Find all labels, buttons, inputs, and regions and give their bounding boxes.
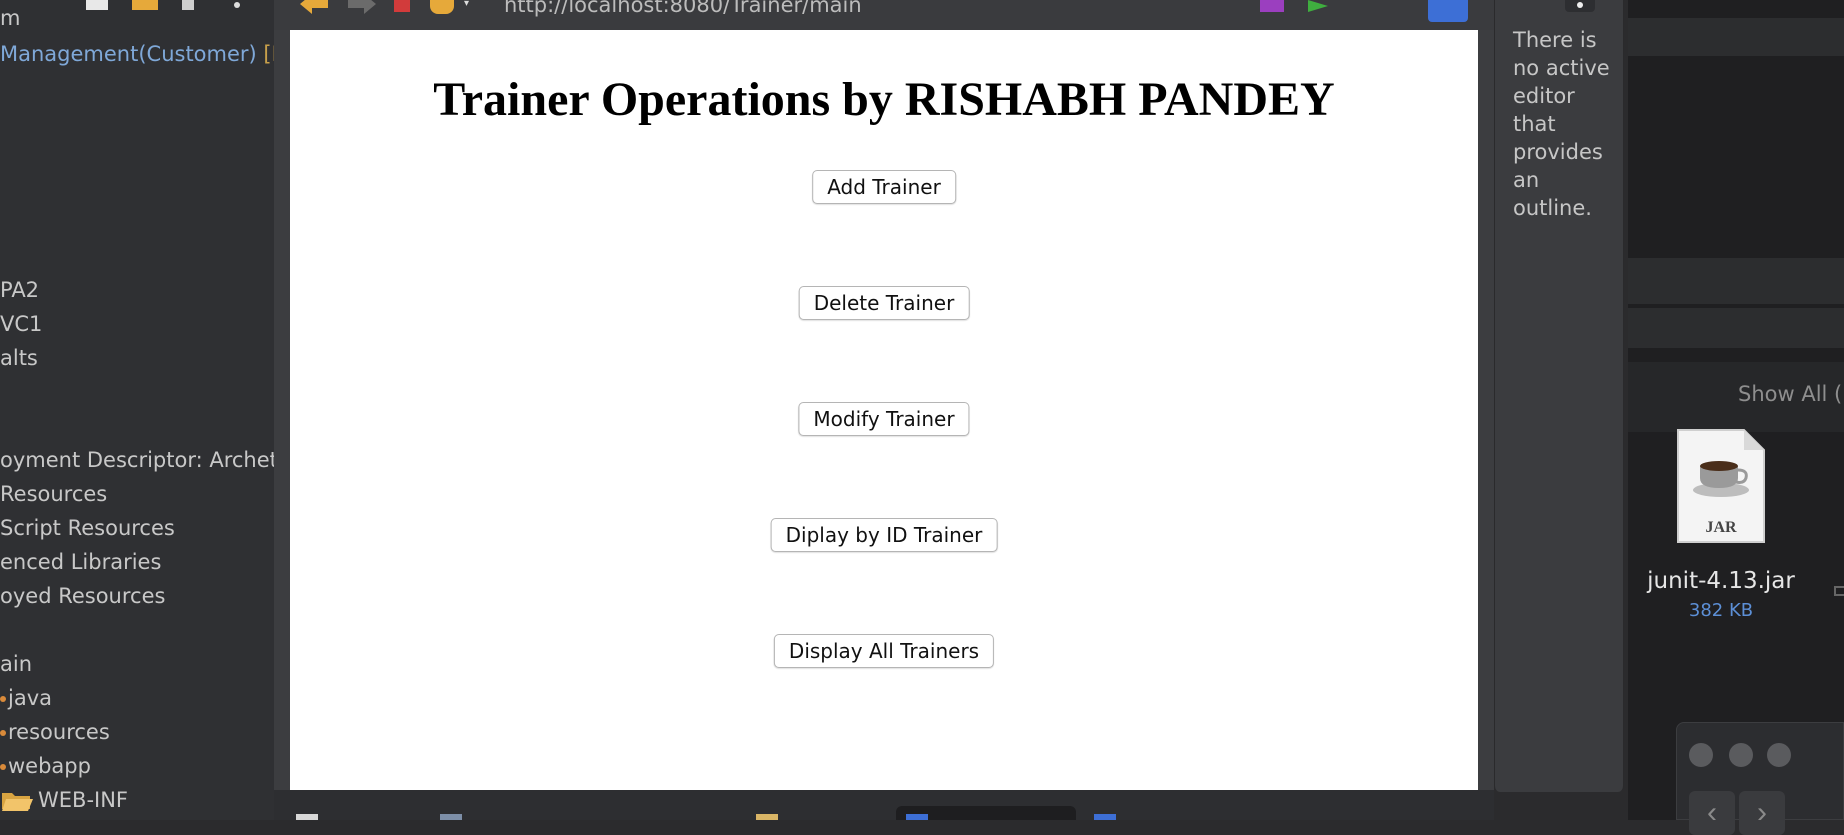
tree-item-label: alts bbox=[0, 346, 38, 370]
tree-item[interactable]: enced Libraries bbox=[0, 550, 161, 574]
toolbar-arrow-icon[interactable] bbox=[132, 0, 158, 10]
folder-marker-icon bbox=[0, 696, 6, 702]
toolbar-icon[interactable] bbox=[756, 814, 778, 820]
finder-toolbar bbox=[1628, 308, 1844, 348]
next-item-fragment bbox=[1834, 586, 1844, 596]
outline-empty-message: There is no active editor that provides … bbox=[1513, 28, 1610, 220]
nav-widget: ‹ › bbox=[1676, 722, 1844, 835]
tree-item-folder[interactable]: java bbox=[0, 686, 52, 710]
file-size: 382 KB bbox=[1688, 600, 1754, 621]
jar-icon-label: JAR bbox=[1705, 519, 1737, 536]
tree-item-label: PA2 bbox=[0, 278, 40, 302]
panel-menu-button[interactable] bbox=[1565, 0, 1595, 12]
tree-item-tag: [F bbox=[263, 42, 274, 66]
tree-item-label: oyment Descriptor: Archety bbox=[0, 448, 274, 472]
run-icon[interactable] bbox=[1308, 0, 1328, 12]
toolbar-icon[interactable] bbox=[182, 0, 194, 10]
bottom-toolbar bbox=[274, 790, 1494, 820]
tree-item[interactable]: Script Resources bbox=[0, 516, 175, 540]
tree-item-label: Script Resources bbox=[0, 516, 175, 540]
close-dot-icon[interactable] bbox=[1689, 743, 1713, 767]
forward-icon[interactable] bbox=[346, 0, 376, 14]
finder-toolbar bbox=[1628, 258, 1844, 304]
tree-item-label: Resources bbox=[0, 482, 108, 506]
finder-toolbar bbox=[1628, 18, 1844, 56]
tree-item[interactable]: PA2 bbox=[0, 278, 39, 302]
tree-item-label: Management(Customer) bbox=[0, 42, 257, 66]
web-page: Trainer Operations by RISHABH PANDEY Add… bbox=[290, 30, 1478, 790]
outline-panel: There is no active editor that provides … bbox=[1494, 0, 1624, 792]
tree-item-label: m bbox=[0, 6, 21, 30]
file-name[interactable]: junit-4.13.jar bbox=[1640, 568, 1802, 594]
toolbar-icon[interactable] bbox=[1094, 814, 1116, 820]
zoom-dot-icon[interactable] bbox=[1767, 743, 1791, 767]
tree-item[interactable]: oyed Resources bbox=[0, 584, 165, 608]
jar-file-icon[interactable]: JAR bbox=[1676, 428, 1766, 544]
toolbar-icon[interactable] bbox=[440, 814, 462, 820]
delete-trainer-button[interactable]: Delete Trainer bbox=[798, 286, 970, 320]
url-field[interactable]: http://localhost:8080/Trainer/main bbox=[504, 0, 862, 17]
project-explorer: m Management(Customer) [F PA2 VC1 alts o… bbox=[0, 0, 274, 820]
browser-toolbar: ▾ bbox=[274, 0, 1494, 30]
toolbar-plugin-icon[interactable] bbox=[1260, 0, 1284, 12]
modify-trainer-button[interactable]: Modify Trainer bbox=[798, 402, 970, 436]
tree-item[interactable]: m bbox=[0, 6, 20, 30]
tree-item-label: WEB-INF bbox=[38, 788, 128, 812]
tree-item-label: oyed Resources bbox=[0, 584, 166, 608]
forward-arrow-icon[interactable]: › bbox=[1739, 791, 1785, 835]
minimize-dot-icon[interactable] bbox=[1729, 743, 1753, 767]
back-arrow-icon[interactable]: ‹ bbox=[1689, 791, 1735, 835]
tree-item[interactable]: oyment Descriptor: Archety bbox=[0, 448, 274, 472]
back-icon[interactable] bbox=[300, 0, 330, 14]
display-by-id-button[interactable]: Diplay by ID Trainer bbox=[770, 518, 998, 552]
tree-item-label: enced Libraries bbox=[0, 550, 162, 574]
add-trainer-button[interactable]: Add Trainer bbox=[812, 170, 956, 204]
tree-item-folder[interactable]: resources bbox=[0, 720, 110, 744]
finder-panel bbox=[1628, 0, 1844, 820]
tree-item-project[interactable]: Management(Customer) [F bbox=[0, 42, 274, 66]
tree-item-folder[interactable]: webapp bbox=[0, 754, 91, 778]
display-all-button[interactable]: Display All Trainers bbox=[773, 634, 995, 668]
show-all-link[interactable]: Show All ( bbox=[1738, 382, 1842, 406]
toolbar-icon bbox=[906, 814, 928, 820]
stop-icon[interactable] bbox=[394, 0, 410, 12]
tree-item[interactable]: VC1 bbox=[0, 312, 42, 336]
browser-icon[interactable] bbox=[1428, 0, 1468, 22]
tree-item-folder[interactable]: WEB-INF bbox=[0, 788, 128, 813]
refresh-icon[interactable] bbox=[430, 0, 454, 14]
toolbar-icon[interactable] bbox=[296, 814, 318, 820]
tree-item-label: webapp bbox=[8, 754, 91, 778]
more-icon bbox=[1577, 2, 1583, 8]
folder-marker-icon bbox=[0, 764, 6, 770]
folder-marker-icon bbox=[0, 730, 6, 736]
tree-item-label: VC1 bbox=[0, 312, 43, 336]
chevron-down-icon[interactable]: ▾ bbox=[464, 0, 474, 9]
tree-item-label: resources bbox=[8, 720, 110, 744]
toolbar-icon[interactable] bbox=[86, 0, 108, 10]
open-folder-icon bbox=[2, 793, 33, 811]
tree-item[interactable]: alts bbox=[0, 346, 38, 370]
tree-item-label: ain bbox=[0, 652, 33, 676]
page-title: Trainer Operations by RISHABH PANDEY bbox=[433, 73, 1335, 126]
more-icon[interactable] bbox=[234, 2, 240, 8]
tree-item[interactable]: Resources bbox=[0, 482, 107, 506]
tree-item[interactable]: ain bbox=[0, 652, 32, 676]
tree-item-label: java bbox=[8, 686, 52, 710]
